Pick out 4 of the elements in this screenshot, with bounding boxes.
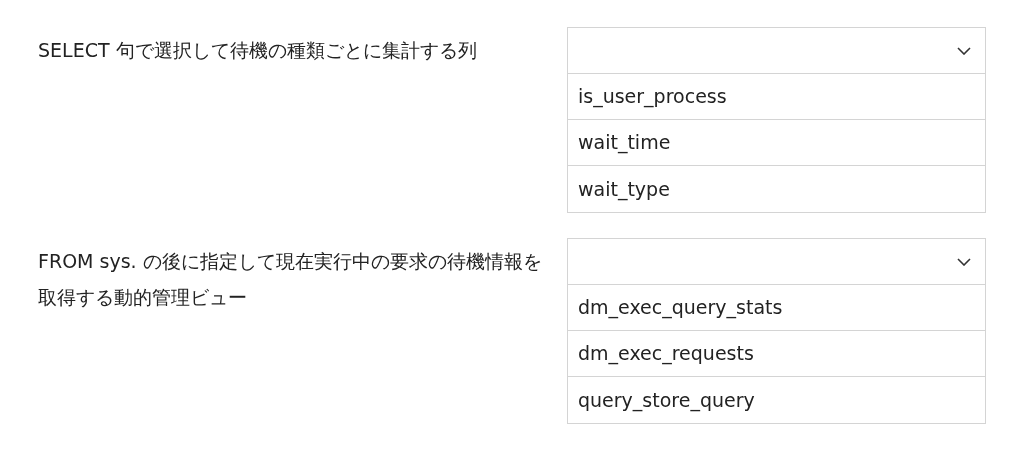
chevron-down-icon: [957, 257, 971, 266]
chevron-down-icon: [957, 46, 971, 55]
question-prompt: FROM sys. の後に指定して現在実行中の要求の待機情報を取得する動的管理ビュー: [38, 249, 543, 310]
question-prompt: SELECT 句で選択して待機の種類ごとに集計する列: [38, 38, 478, 63]
